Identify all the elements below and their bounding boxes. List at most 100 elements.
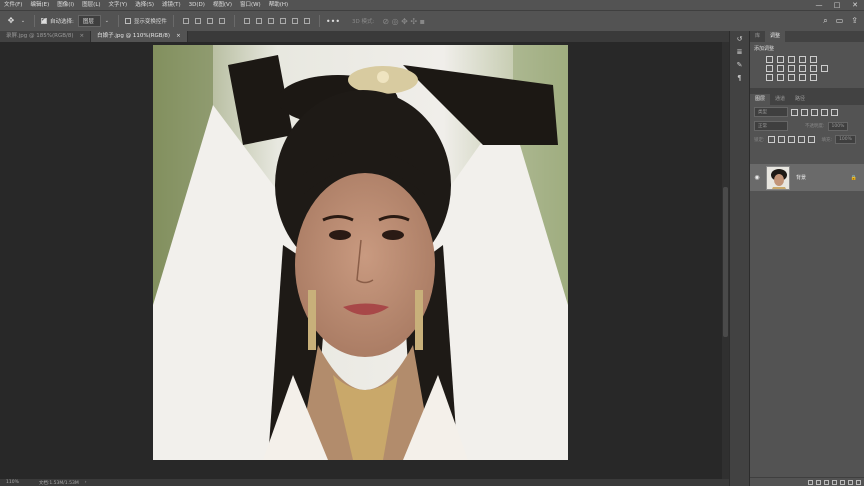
layer-row-background[interactable]: ◉ 背景 🔒 [750, 164, 864, 191]
link-layers-icon[interactable] [808, 479, 813, 485]
photo-filter-icon[interactable] [799, 65, 806, 72]
menu-file[interactable]: 文件(F) [0, 0, 26, 10]
menu-type[interactable]: 文字(Y) [105, 0, 132, 10]
menu-image[interactable]: 图像(I) [53, 0, 78, 10]
more-options-icon[interactable]: ••• [326, 17, 340, 26]
menu-layer[interactable]: 图层(L) [78, 0, 104, 10]
maximize-button[interactable]: □ [828, 0, 846, 10]
minimize-button[interactable]: — [810, 0, 828, 10]
distribute-left-icon[interactable] [279, 18, 286, 24]
menu-window[interactable]: 窗口(W) [236, 0, 265, 10]
auto-select-checkbox[interactable] [41, 16, 47, 24]
lock-pixels-icon[interactable] [767, 136, 775, 143]
menu-help[interactable]: 帮助(H) [265, 0, 292, 10]
gradient-map-icon[interactable] [799, 74, 806, 81]
color-balance-icon[interactable] [777, 65, 784, 72]
lock-move-icon[interactable] [787, 136, 795, 143]
new-layer-icon[interactable] [848, 479, 853, 485]
share-icon[interactable]: ⇪ [851, 16, 858, 26]
threshold-icon[interactable] [788, 74, 795, 81]
history-icon[interactable]: ↺ [735, 35, 745, 44]
filter-adjustment-icon[interactable] [801, 108, 808, 116]
properties-icon[interactable]: ≣ [735, 48, 745, 57]
zoom-level[interactable]: 110% [6, 480, 19, 485]
filter-pixel-icon[interactable] [791, 108, 798, 116]
opacity-field[interactable]: 100% [827, 121, 849, 131]
close-tab-icon[interactable]: × [79, 33, 84, 39]
search-icon[interactable]: ⌕ [823, 16, 827, 26]
close-tab-icon[interactable]: × [176, 33, 181, 39]
tab-document-1[interactable]: 录屏.jpg @ 185%(RGB/8) × [0, 31, 92, 42]
chevron-down-icon[interactable]: ⌄ [102, 16, 112, 26]
hue-saturation-icon[interactable] [766, 65, 773, 72]
fx-icon[interactable] [816, 479, 821, 485]
scrollbar-thumb[interactable] [723, 187, 728, 337]
fill-field[interactable]: 100% [835, 135, 856, 144]
tab-label: 白娘子.jpg @ 110%(RGB/8) [97, 33, 171, 39]
menu-filter[interactable]: 滤镜(T) [158, 0, 185, 10]
group-icon[interactable] [840, 479, 845, 485]
lock-all-icon[interactable] [807, 136, 815, 143]
chevron-down-icon[interactable]: ⌄ [18, 16, 28, 26]
selective-color-icon[interactable] [810, 74, 817, 81]
tab-layers[interactable]: 图层 [750, 94, 771, 105]
menu-edit[interactable]: 编辑(E) [26, 0, 53, 10]
canvas-area[interactable] [0, 42, 722, 479]
black-white-icon[interactable] [788, 65, 795, 72]
adjustment-layer-icon[interactable] [832, 479, 837, 485]
chevron-right-icon[interactable]: › [85, 480, 87, 485]
menu-select[interactable]: 选择(S) [131, 0, 158, 10]
tab-document-2[interactable]: 白娘子.jpg @ 110%(RGB/8) × [91, 31, 188, 42]
adjustment-row-1 [750, 55, 864, 64]
delete-layer-icon[interactable] [856, 479, 861, 485]
close-window-button[interactable]: ✕ [846, 0, 864, 10]
exposure-icon[interactable] [799, 56, 806, 63]
move-tool-icon[interactable]: ✥ [6, 16, 16, 26]
brush-settings-icon[interactable]: ✎ [735, 61, 745, 70]
document-image[interactable] [153, 45, 568, 460]
distribute-middle-icon[interactable] [255, 18, 262, 24]
menu-view[interactable]: 视图(V) [209, 0, 236, 10]
eye-icon[interactable]: ◉ [750, 174, 764, 181]
channel-mixer-icon[interactable] [810, 65, 817, 72]
tab-libraries[interactable]: 库 [750, 31, 765, 42]
layer-panel-tabs: 图层 通道 路径 [750, 94, 864, 105]
align-middle-icon[interactable] [194, 18, 201, 24]
color-lookup-icon[interactable] [821, 65, 828, 72]
posterize-icon[interactable] [777, 74, 784, 81]
distribute-center-icon[interactable] [291, 18, 298, 24]
menu-3d[interactable]: 3D(D) [185, 0, 209, 10]
distribute-top-icon[interactable] [243, 18, 250, 24]
distribute-right-icon[interactable] [303, 18, 310, 24]
tab-channels[interactable]: 通道 [770, 94, 790, 105]
curves-icon[interactable] [788, 56, 795, 63]
lock-paint-icon[interactable] [777, 136, 785, 143]
document-info[interactable]: 文档:1.53M/1.53M [39, 480, 79, 486]
vertical-scrollbar[interactable] [722, 42, 729, 479]
character-icon[interactable]: ¶ [735, 74, 745, 83]
show-transform-checkbox[interactable] [124, 18, 131, 24]
document-tabs: 录屏.jpg @ 185%(RGB/8) × 白娘子.jpg @ 110%(RGB… [0, 31, 729, 42]
levels-icon[interactable] [777, 56, 784, 63]
brightness-icon[interactable] [766, 56, 773, 63]
3d-orbit-icon[interactable]: ⊘ ◎ ✥ ✣ ▪ [382, 17, 425, 26]
filter-smart-icon[interactable] [831, 108, 838, 116]
mask-icon[interactable] [824, 479, 829, 485]
tab-adjustments[interactable]: 调整 [765, 31, 786, 42]
filter-type-icon[interactable] [811, 108, 818, 116]
filter-shape-icon[interactable] [821, 108, 828, 116]
blend-mode-select[interactable]: 正常 [754, 121, 788, 131]
invert-icon[interactable] [766, 74, 773, 81]
filter-row: 类型 [750, 105, 864, 119]
align-bottom-icon[interactable] [206, 18, 213, 24]
layer-thumbnail [766, 165, 790, 190]
lock-artboard-icon[interactable] [797, 136, 805, 143]
align-top-icon[interactable] [182, 18, 189, 24]
align-left-icon[interactable] [218, 18, 225, 24]
tab-paths[interactable]: 路径 [790, 94, 810, 105]
distribute-bottom-icon[interactable] [267, 18, 274, 24]
auto-select-dropdown[interactable]: 图层 [77, 15, 101, 27]
vibrance-icon[interactable] [810, 56, 817, 63]
workspace-icon[interactable]: ▭ [836, 16, 844, 26]
layer-kind-filter[interactable]: 类型 [754, 107, 788, 117]
